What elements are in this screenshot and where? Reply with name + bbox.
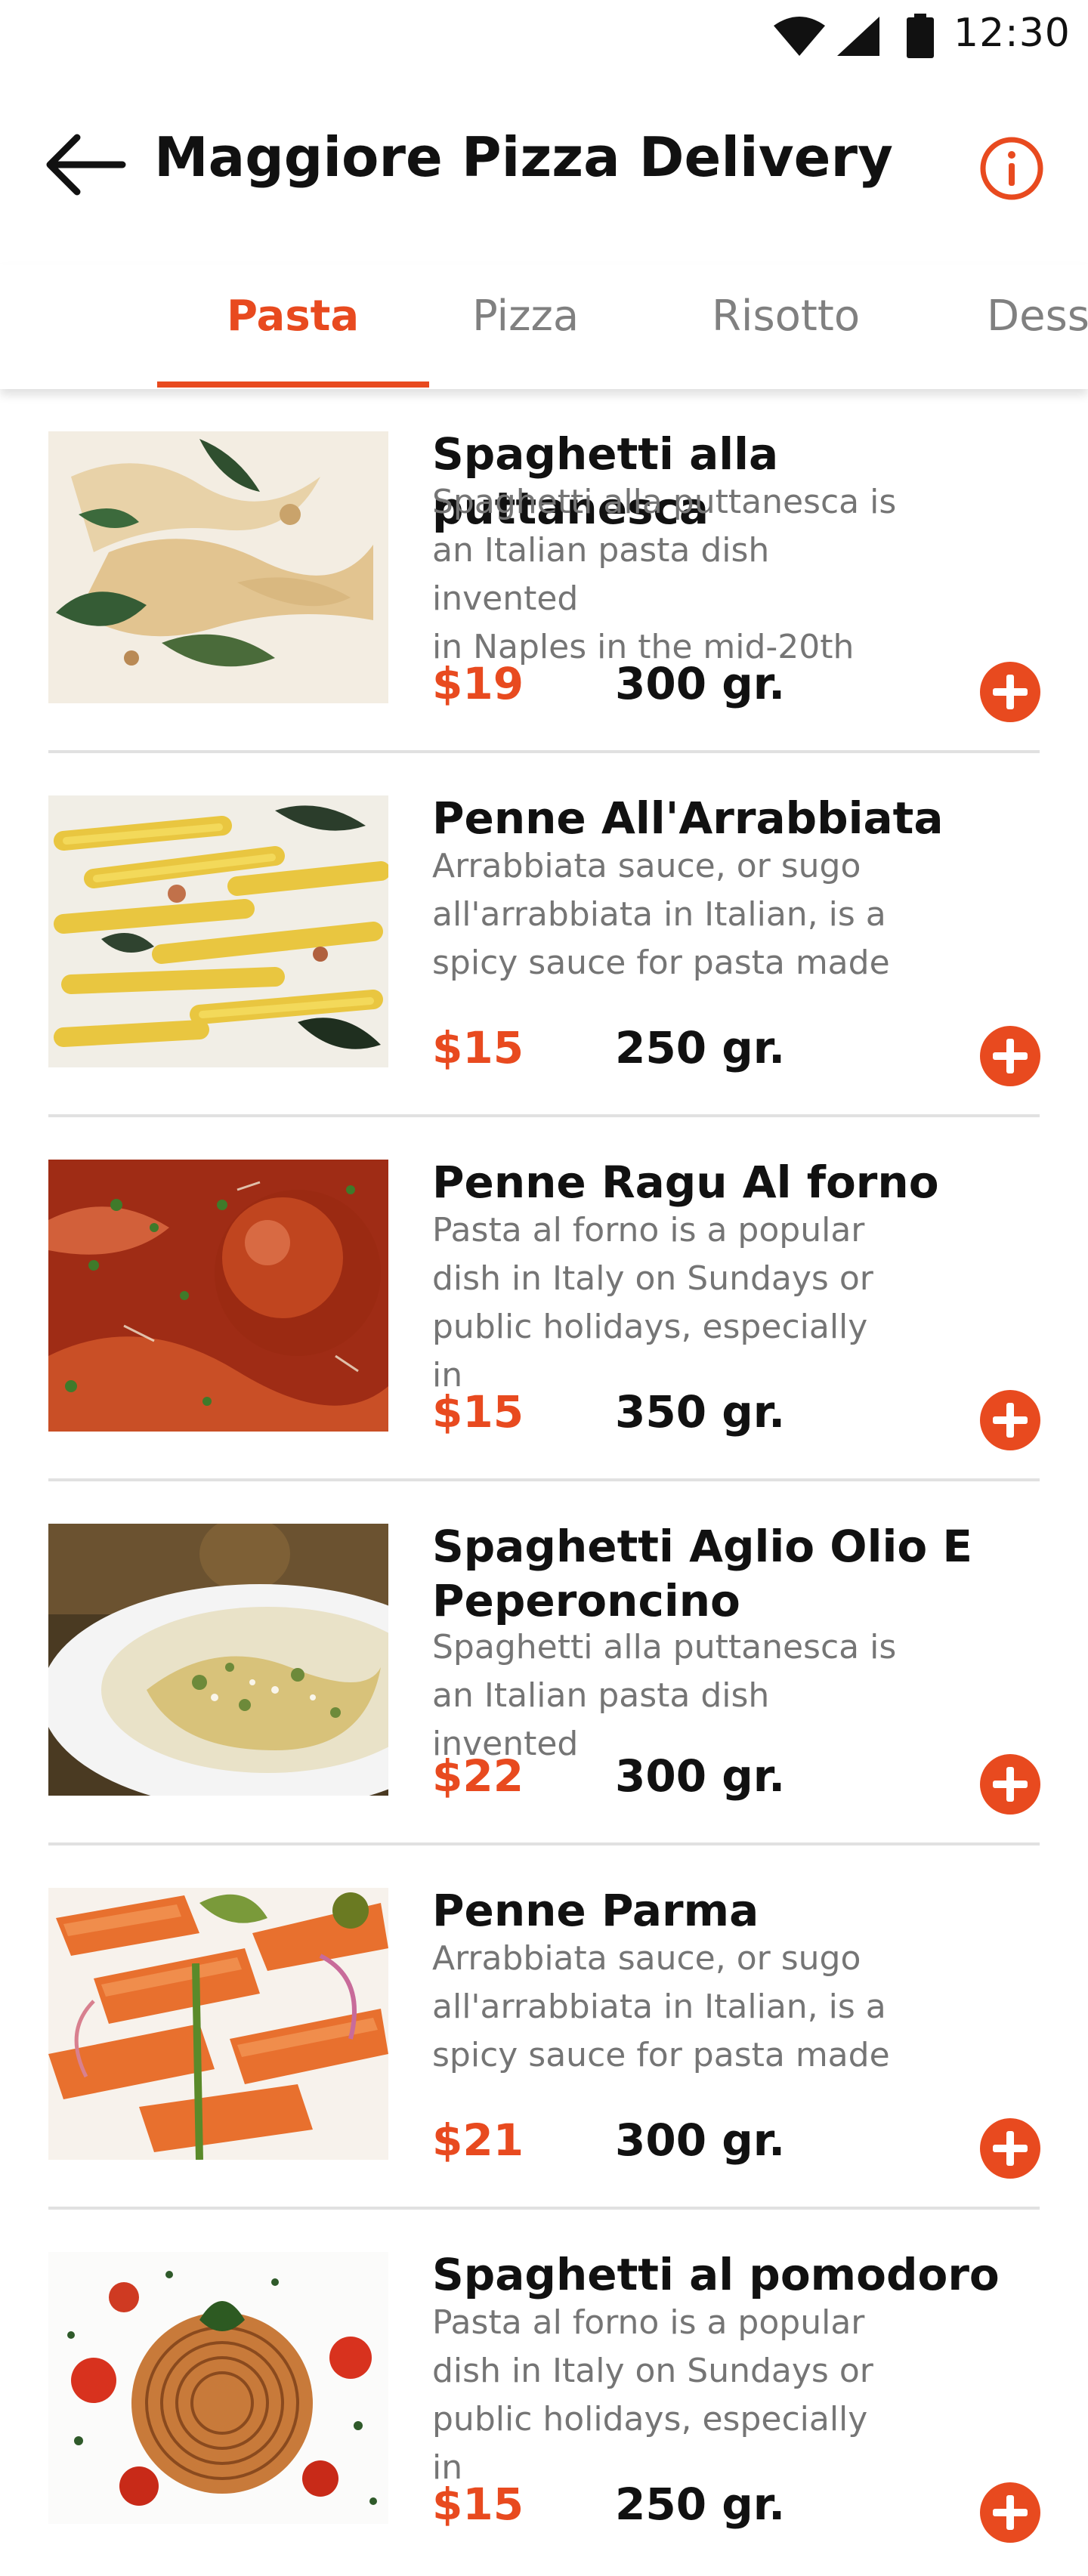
- battery-icon: [907, 14, 934, 58]
- dish-weight: 300 gr.: [615, 1750, 786, 1802]
- dish-description: Pasta al forno is a popular dish in Ital…: [432, 1211, 873, 1395]
- info-button[interactable]: [978, 134, 1046, 202]
- plus-circle-icon: [980, 662, 1040, 722]
- active-tab-indicator: [157, 381, 429, 388]
- dish-weight: 300 gr.: [615, 2114, 786, 2166]
- tab-risotto[interactable]: Risotto: [712, 292, 860, 341]
- dish-photo: [48, 2252, 388, 2524]
- dish-price: $15: [432, 1022, 524, 1073]
- dish-name: Spaghetti al pomodoro: [432, 2249, 1000, 2300]
- dish-price: $21: [432, 2114, 524, 2166]
- add-to-cart-button[interactable]: [979, 1753, 1041, 1815]
- arrow-left-icon: [46, 134, 126, 196]
- dish-description: Spaghetti alla puttanesca is an Italian …: [432, 483, 897, 666]
- menu-item[interactable]: Spaghetti Aglio Olio E Peperoncino Spagh…: [48, 1481, 1040, 1846]
- page-title: Maggiore Pizza Delivery: [154, 125, 893, 189]
- menu-item[interactable]: Spaghetti al pomodoro Pasta al forno is …: [48, 2210, 1040, 2574]
- dish-photo: [48, 1524, 388, 1796]
- wifi-icon: [774, 17, 825, 56]
- dish-price: $22: [432, 1750, 524, 1802]
- add-to-cart-button[interactable]: [979, 2117, 1041, 2179]
- dish-photo: [48, 431, 388, 703]
- dish-price: $15: [432, 2479, 524, 2530]
- menu-item[interactable]: Penne Ragu Al forno Pasta al forno is a …: [48, 1117, 1040, 1481]
- dish-photo: [48, 795, 388, 1067]
- menu-item[interactable]: Spaghetti alla puttanesca Spaghetti alla…: [48, 389, 1040, 753]
- info-circle-icon: [980, 137, 1043, 200]
- dish-price: $19: [432, 658, 524, 709]
- plus-circle-icon: [980, 1026, 1040, 1086]
- dish-weight: 300 gr.: [615, 658, 786, 709]
- dish-weight: 350 gr.: [615, 1386, 786, 1438]
- menu-item[interactable]: Penne Parma Arrabbiata sauce, or sugo al…: [48, 1846, 1040, 2210]
- dish-photo: [48, 1888, 388, 2160]
- back-button[interactable]: [44, 127, 127, 202]
- plus-circle-icon: [980, 1754, 1040, 1815]
- dish-name: Penne All'Arrabbiata: [432, 792, 944, 844]
- dish-description: Arrabbiata sauce, or sugo all'arrabbiata…: [432, 847, 890, 982]
- status-bar: 12:30: [0, 0, 1088, 76]
- dish-description: Pasta al forno is a popular dish in Ital…: [432, 2303, 873, 2487]
- tab-pizza[interactable]: Pizza: [472, 292, 579, 341]
- signal-icon: [837, 17, 879, 56]
- add-to-cart-button[interactable]: [979, 1389, 1041, 1451]
- plus-circle-icon: [980, 1390, 1040, 1450]
- dish-price: $15: [432, 1386, 524, 1438]
- menu-item[interactable]: Penne All'Arrabbiata Arrabbiata sauce, o…: [48, 753, 1040, 1117]
- dish-name: Penne Ragu Al forno: [432, 1157, 939, 1208]
- add-to-cart-button[interactable]: [979, 2482, 1041, 2544]
- app-bar: Maggiore Pizza Delivery: [0, 106, 1088, 219]
- dish-weight: 250 gr.: [615, 1022, 786, 1073]
- add-to-cart-button[interactable]: [979, 661, 1041, 723]
- tab-pasta[interactable]: Pasta: [227, 292, 359, 341]
- dish-description: Spaghetti alla puttanesca is an Italian …: [432, 1628, 897, 1763]
- plus-circle-icon: [980, 2482, 1040, 2543]
- dish-description: Arrabbiata sauce, or sugo all'arrabbiata…: [432, 1939, 890, 2074]
- dish-photo: [48, 1160, 388, 1432]
- status-time: 12:30: [954, 11, 1071, 56]
- plus-circle-icon: [980, 2118, 1040, 2179]
- add-to-cart-button[interactable]: [979, 1025, 1041, 1087]
- dish-name: Spaghetti Aglio Olio E Peperoncino: [432, 1521, 973, 1626]
- dish-weight: 250 gr.: [615, 2479, 786, 2530]
- tab-desserts[interactable]: Dess: [987, 292, 1088, 341]
- category-tabs: Pasta Pizza Risotto Dess: [0, 264, 1088, 389]
- dish-name: Penne Parma: [432, 1885, 759, 1936]
